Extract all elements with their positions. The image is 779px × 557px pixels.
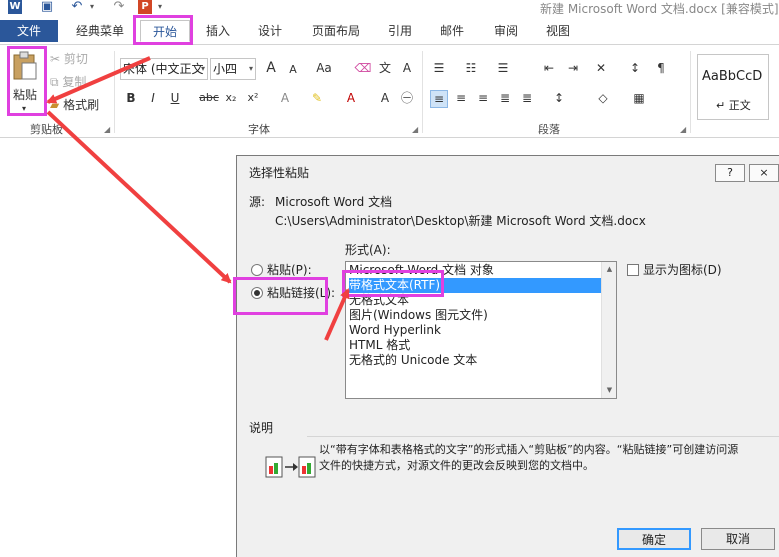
word-window: W ▣ ↶ ▾ ↷ P ▾ 新建 Microsoft Word 文档.docx …: [0, 0, 779, 557]
arrow-home-to-paste: [46, 56, 151, 104]
annotation-arrows: [46, 56, 350, 341]
arrow-to-rtf-item: [324, 288, 350, 341]
arrow-paste-to-dialog: [46, 110, 232, 284]
